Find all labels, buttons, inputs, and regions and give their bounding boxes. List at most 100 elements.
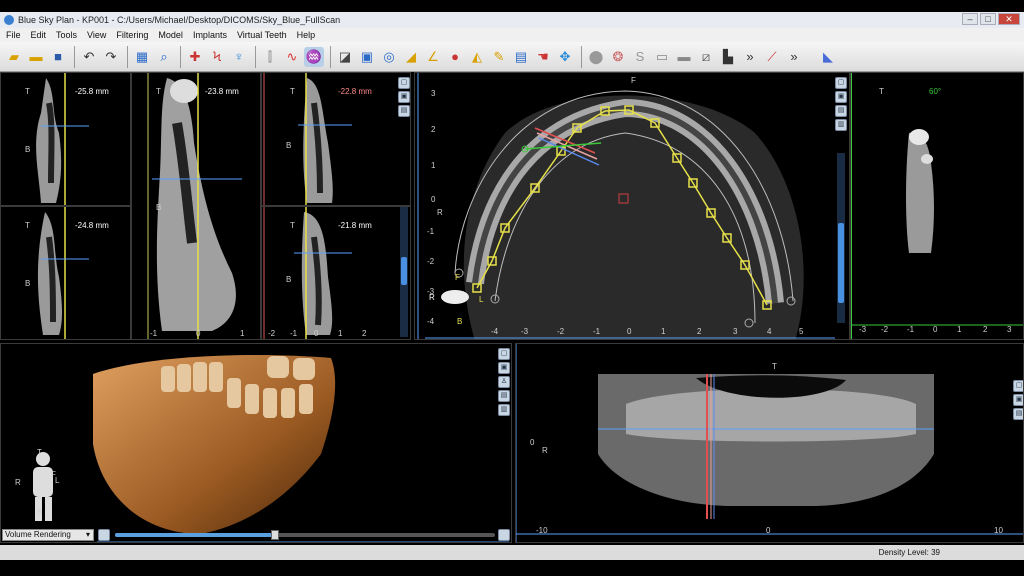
window-controls: – □ ✕ — [962, 13, 1020, 25]
implant-icon[interactable]: ⫿ — [260, 47, 280, 67]
maximize-button[interactable]: □ — [980, 13, 996, 25]
eraser-icon[interactable]: ◪ — [335, 47, 355, 67]
person-icon[interactable]: ♙ — [498, 376, 510, 388]
render-settings-icon[interactable] — [98, 529, 110, 541]
layout-grid-icon[interactable]: ▦ — [132, 47, 152, 67]
slice-thick-icon[interactable]: ▬ — [674, 47, 694, 67]
menu-model[interactable]: Model — [158, 30, 183, 40]
menu-edit[interactable]: Edit — [31, 30, 47, 40]
cross-section-view-1[interactable]: -25.8 mm T B — [0, 72, 131, 206]
tick-x: -3 — [859, 325, 867, 334]
open-folder-icon[interactable]: ▬ — [26, 47, 46, 67]
sagittal-view[interactable]: T 60° -3 -2 -1 0 1 2 3 — [850, 72, 1024, 340]
view-toggle-icon[interactable]: ▣ — [1013, 394, 1023, 406]
axial-scrollbar[interactable] — [837, 153, 845, 323]
view-toggle-icon[interactable]: ▢ — [398, 77, 410, 89]
volume-threshold-slider[interactable] — [115, 530, 495, 540]
curve-start-marker: F — [455, 273, 460, 282]
measure-icon[interactable]: ⟋ — [762, 47, 782, 67]
tooth-icon[interactable]: ♆ — [229, 47, 249, 67]
orientation-right: R — [15, 478, 21, 487]
panoramic-curve-icon[interactable]: ♒ — [304, 46, 324, 67]
zoom-icon[interactable]: ⌕ — [154, 47, 174, 67]
view-toggle-icon[interactable]: ▥ — [835, 119, 847, 131]
axial-view[interactable]: F F L R B R 3 2 1 0 -1 -2 -3 -4 -4 -3 -2… — [414, 72, 850, 340]
redo-icon[interactable]: ↷ — [101, 47, 121, 67]
crop-box-icon[interactable]: ▣ — [357, 47, 377, 67]
view-toggle-icon[interactable]: ▣ — [498, 362, 510, 374]
ruler-icon[interactable]: ◢ — [401, 47, 421, 67]
gradient-icon[interactable]: ▙ — [718, 47, 738, 67]
tick-x: -2 — [881, 325, 889, 334]
toolbar-divider — [255, 45, 256, 68]
curve-icon[interactable]: ∿ — [282, 47, 302, 67]
cross-section-view-4[interactable]: -24.8 mm T B — [0, 206, 131, 340]
view-toggle-icon[interactable]: ▢ — [498, 348, 510, 360]
density-level: Density Level: 39 — [878, 548, 940, 557]
grid-pattern-icon[interactable]: ✥ — [555, 47, 575, 67]
view-toggle-icon[interactable]: ▤ — [1013, 408, 1023, 420]
tick-x: -1 — [593, 327, 601, 336]
view-toggle-icon[interactable]: ▤ — [398, 105, 410, 117]
draw-nerve-icon[interactable]: Ϟ — [207, 47, 227, 67]
tick-x: 2 — [983, 325, 988, 334]
slash-icon[interactable]: ⧄ — [696, 47, 716, 67]
view-toggle-icon[interactable]: ▥ — [498, 404, 510, 416]
section-scroll-thumb[interactable] — [401, 257, 407, 285]
slider-handle[interactable] — [270, 530, 279, 540]
rotate-icon[interactable]: ◎ — [379, 47, 399, 67]
view-toggle-icon[interactable]: ▢ — [835, 77, 847, 89]
section-scrollbar[interactable] — [400, 207, 408, 337]
tick-x: -1 — [150, 329, 158, 338]
axial-scroll-thumb[interactable] — [838, 223, 844, 303]
view-toggle-icon[interactable]: ▤ — [835, 105, 847, 117]
area-icon[interactable]: ◭ — [467, 47, 487, 67]
slider-end-button[interactable] — [498, 529, 510, 541]
orientation-top: T — [37, 448, 42, 457]
cross-section-view-5[interactable]: -21.8 mm T B -2 -1 0 1 2 — [261, 206, 411, 340]
bottom-marker: B — [457, 317, 463, 326]
toolbar-divider — [127, 45, 128, 68]
view-toggle-icon[interactable]: ▢ — [1013, 380, 1023, 392]
menu-tools[interactable]: Tools — [56, 30, 77, 40]
bottom-marker: B — [156, 203, 162, 212]
hand-icon[interactable]: ☚ — [533, 47, 553, 67]
tooth-model-icon[interactable]: ⬤ — [586, 47, 606, 67]
close-button[interactable]: ✕ — [998, 13, 1020, 25]
menu-help[interactable]: Help — [297, 30, 316, 40]
s-tool-icon[interactable]: S — [630, 47, 650, 67]
menu-implants[interactable]: Implants — [193, 30, 227, 40]
menu-view[interactable]: View — [87, 30, 106, 40]
view-toggle-icon[interactable]: ▣ — [398, 91, 410, 103]
slice-thin-icon[interactable]: ▭ — [652, 47, 672, 67]
menu-virtual-teeth[interactable]: Virtual Teeth — [237, 30, 287, 40]
toolbar-overflow-icon-2[interactable]: » — [784, 47, 804, 67]
app-window: Blue Sky Plan - KP001 - C:/Users/Michael… — [0, 0, 1024, 576]
screenshot-icon[interactable]: ▤ — [511, 47, 531, 67]
angle-icon[interactable]: ∠ — [423, 47, 443, 67]
view-toggle-icon[interactable]: ▤ — [498, 390, 510, 402]
undo-icon[interactable]: ↶ — [79, 47, 99, 67]
tick-x: 2 — [362, 329, 367, 338]
save-icon[interactable]: ■ — [48, 47, 68, 67]
menu-filtering[interactable]: Filtering — [116, 30, 148, 40]
crown-icon[interactable]: ❂ — [608, 47, 628, 67]
cross-section-view-2[interactable]: -23.8 mm T B -1 0 1 — [131, 72, 261, 340]
right-marker: R — [542, 446, 548, 455]
tick-x: -3 — [521, 327, 529, 336]
view-toggle-icon[interactable]: ▣ — [835, 91, 847, 103]
render-mode-select[interactable]: Volume Rendering — [2, 529, 94, 541]
annotation-icon[interactable]: ● — [445, 47, 465, 67]
volume-3d-view[interactable]: T R L F B ▢ ▣ ♙ ▤ ▥ — [0, 343, 512, 543]
pencil-icon[interactable]: ✎ — [489, 47, 509, 67]
tick-x: 2 — [697, 327, 702, 336]
cross-section-view-3[interactable]: -22.8 mm T B ▢ ▣ ▤ — [261, 72, 411, 206]
status-bar: Density Level: 39 — [0, 545, 1024, 560]
add-nerve-icon[interactable]: ✚ — [185, 47, 205, 67]
new-icon[interactable]: ▰ — [4, 47, 24, 67]
toolbar-overflow-icon[interactable]: » — [740, 47, 760, 67]
minimize-button[interactable]: – — [962, 13, 978, 25]
menu-file[interactable]: File — [6, 30, 21, 40]
panoramic-view[interactable]: T R 0 -10 0 10 ▢ ▣ ▤ — [515, 343, 1024, 543]
chart-icon[interactable]: ◣ — [818, 47, 838, 67]
